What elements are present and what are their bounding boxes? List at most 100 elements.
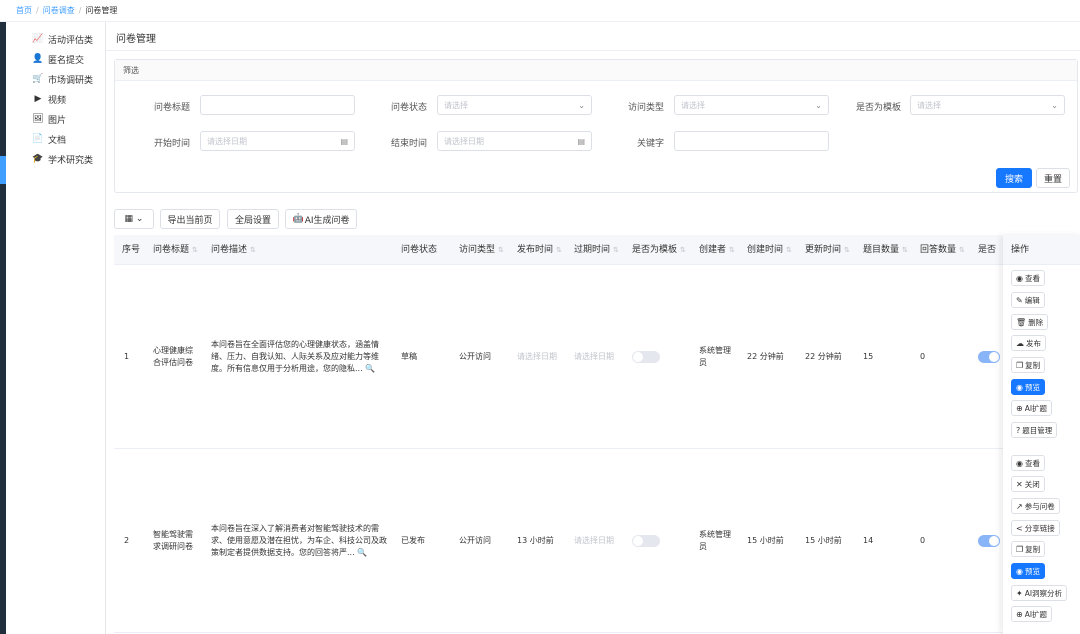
row-questions: 15 [863, 352, 874, 361]
start-label: 开始时间 [153, 139, 190, 149]
start-date-picker[interactable]: 请选择日期 ▤ [200, 131, 355, 151]
question-circle-icon: ? [1016, 425, 1021, 435]
col-updated[interactable]: 更新时间 ⇅ [805, 235, 850, 265]
op-label: AI扩题 [1024, 403, 1048, 413]
col-created[interactable]: 创建时间 ⇅ [747, 235, 792, 265]
edit-button[interactable]: ✎ 编辑 [1011, 292, 1045, 308]
col-status: 问卷状态 [401, 245, 438, 255]
copy-button[interactable]: ❐ 复制 [1011, 357, 1046, 373]
row-created: 22 分钟前 [747, 352, 784, 361]
breadcrumb-survey[interactable]: 问卷调查 [43, 5, 75, 16]
breadcrumb-current: 问卷管理 [85, 6, 118, 15]
view-button[interactable]: ◉ 查看 [1011, 270, 1045, 286]
sort-icon: ⇅ [680, 246, 686, 254]
ai-generate-button[interactable]: 🤖 AI生成问卷 [285, 209, 357, 229]
view-button[interactable]: ◉ 查看 [1011, 455, 1045, 471]
sidebar-item-market[interactable]: 🛒 市场调研类 [6, 69, 105, 89]
template-toggle[interactable] [632, 535, 660, 547]
table-row: 1 心理健康综合评估问卷 本问卷旨在全面评估您的心理健康状态，涵盖情绪、压力、自… [114, 265, 1080, 449]
col-questions[interactable]: 题目数量 ⇅ [863, 235, 908, 265]
plus-circle-icon: ⊕ [1016, 609, 1023, 619]
template-placeholder: 请选择 [917, 100, 941, 110]
ai-generate-label: AI生成问卷 [304, 215, 350, 226]
sidebar-item-academic[interactable]: 🎓 学术研究类 [6, 149, 105, 169]
col-template-label: 是否为模板 [632, 245, 678, 255]
sidebar-item-image[interactable]: 🖼 图片 [6, 109, 105, 129]
end-date-picker[interactable]: 请选择日期 ▤ [437, 131, 592, 151]
row-index: 2 [124, 536, 130, 545]
calendar-icon: ▤ [340, 136, 348, 146]
sidebar-item-anonymous[interactable]: 👤 匿名提交 [6, 49, 105, 69]
col-template[interactable]: 是否为模板 ⇅ [632, 235, 686, 265]
ai-expand-button[interactable]: ⊕ AI扩题 [1011, 606, 1053, 622]
close-button[interactable]: ✕ 关闭 [1011, 476, 1045, 492]
column-toggle-button[interactable]: ▦ ⌄ [114, 209, 154, 229]
row-publish: 请选择日期 [517, 352, 557, 361]
template-label: 是否为模板 [855, 103, 901, 113]
col-access-label: 访问类型 [459, 245, 496, 255]
user-secret-icon: 👤 [32, 54, 44, 64]
preview-button[interactable]: ◉ 预览 [1011, 379, 1045, 395]
breadcrumb-home[interactable]: 首页 [16, 5, 32, 16]
participate-button[interactable]: ↗ 参与问卷 [1011, 498, 1060, 514]
search-button[interactable]: 搜索 [996, 168, 1032, 188]
sidebar-item-label: 图片 [48, 115, 67, 126]
copy-button[interactable]: ❐ 复制 [1011, 541, 1046, 557]
row-title: 心理健康综合评估问卷 [153, 346, 193, 367]
end-placeholder: 请选择日期 [444, 136, 484, 146]
divider [106, 50, 1080, 51]
sort-icon: ⇅ [556, 246, 562, 254]
edit-icon: ✎ [1016, 295, 1023, 305]
preview-button[interactable]: ◉ 预览 [1011, 563, 1045, 579]
status-placeholder: 请选择 [444, 100, 468, 110]
access-select[interactable]: 请选择 ⌄ [674, 95, 829, 115]
row-expire: 请选择日期 [574, 352, 614, 361]
export-page-button[interactable]: 导出当前页 [160, 209, 220, 229]
sidebar-item-activity[interactable]: 📈 活动评估类 [6, 29, 105, 49]
col-index: 序号 [122, 245, 141, 255]
col-publish[interactable]: 发布时间 ⇅ [517, 235, 562, 265]
row-access: 公开访问 [459, 352, 491, 361]
title-input[interactable] [200, 95, 355, 115]
trash-icon: 🗑 [1016, 317, 1027, 327]
keyword-input[interactable] [674, 131, 829, 151]
col-title[interactable]: 问卷标题 ⇅ [153, 235, 198, 265]
sort-icon: ⇅ [498, 246, 504, 254]
col-desc[interactable]: 问卷描述 ⇅ [211, 235, 256, 265]
col-desc-label: 问卷描述 [211, 245, 248, 255]
share-link-button[interactable]: < 分享链接 [1011, 520, 1060, 536]
publish-button[interactable]: ☁ 发布 [1011, 335, 1046, 351]
sidebar-item-document[interactable]: 📄 文档 [6, 129, 105, 149]
question-manage-button[interactable]: ? 题目管理 [1011, 422, 1058, 438]
delete-button[interactable]: 🗑 删除 [1011, 314, 1049, 330]
reset-button[interactable]: 重置 [1036, 168, 1070, 188]
public-toggle[interactable] [978, 351, 1000, 363]
sidebar-item-label: 学术研究类 [48, 155, 94, 166]
col-access[interactable]: 访问类型 ⇅ [459, 235, 504, 265]
chevron-down-icon: ⌄ [815, 100, 822, 110]
eye-icon: ◉ [1016, 566, 1023, 576]
global-settings-button[interactable]: 全局设置 [227, 209, 279, 229]
col-creator[interactable]: 创建者 ⇅ [699, 235, 735, 265]
col-creator-label: 创建者 [699, 245, 727, 255]
sort-icon: ⇅ [192, 246, 198, 254]
row-answers: 0 [920, 536, 926, 545]
sort-icon: ⇅ [844, 246, 850, 254]
ai-expand-button[interactable]: ⊕ AI扩题 [1011, 400, 1053, 416]
col-answers[interactable]: 回答数量 ⇅ [920, 235, 965, 265]
op-label: 关闭 [1024, 479, 1040, 489]
col-expire[interactable]: 过期时间 ⇅ [574, 235, 619, 265]
public-toggle[interactable] [978, 535, 1000, 547]
template-toggle[interactable] [632, 351, 660, 363]
status-select[interactable]: 请选择 ⌄ [437, 95, 592, 115]
sidebar-item-video[interactable]: ▶ 视频 [6, 89, 105, 109]
eye-icon: ◉ [1016, 458, 1023, 468]
col-expire-label: 过期时间 [574, 245, 611, 255]
col-questions-label: 题目数量 [863, 245, 900, 255]
col-updated-label: 更新时间 [805, 245, 842, 255]
template-select[interactable]: 请选择 ⌄ [910, 95, 1065, 115]
share-icon: < [1016, 523, 1023, 533]
keyword-label: 关键字 [636, 139, 664, 149]
close-icon: ✕ [1016, 479, 1023, 489]
ai-insight-button[interactable]: ✦ AI洞察分析 [1011, 585, 1068, 601]
